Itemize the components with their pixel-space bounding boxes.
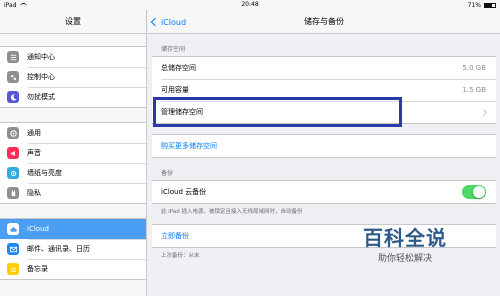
- sidebar-group-3: iCloud 邮件、通讯录、日历 备忘录: [0, 218, 146, 280]
- sidebar-item-label: 墙纸与亮度: [27, 169, 62, 177]
- sidebar-item-label: 勿扰模式: [27, 93, 55, 101]
- sidebar-item-control-center[interactable]: 控制中心: [0, 67, 146, 87]
- control-center-icon: [7, 71, 19, 83]
- sidebar-item-do-not-disturb[interactable]: 勿扰模式: [0, 87, 146, 107]
- sidebar-item-wallpaper[interactable]: 墙纸与亮度: [0, 163, 146, 183]
- sidebar-group-1: 通知中心 控制中心 勿扰模式: [0, 46, 146, 108]
- speaker-icon: [7, 147, 19, 159]
- sidebar-item-label: 备忘录: [27, 265, 48, 273]
- icloud-backup-toggle[interactable]: [462, 185, 486, 199]
- icloud-backup-row: iCloud 云备份: [152, 181, 496, 203]
- watermark: 百科全说 助你轻松解决: [350, 222, 460, 264]
- mail-icon: [7, 243, 19, 255]
- sidebar-item-label: 声音: [27, 149, 41, 157]
- sidebar-title: 设置: [0, 10, 146, 34]
- wallpaper-icon: [7, 167, 19, 179]
- sidebar-item-icloud[interactable]: iCloud: [0, 219, 146, 239]
- hand-icon: [7, 187, 19, 199]
- available-storage-row: 可用容量 1.5 GB: [152, 79, 496, 101]
- buy-storage-group: 购买更多储存空间: [152, 134, 496, 158]
- sidebar-item-general[interactable]: 通用: [0, 123, 146, 143]
- watermark-sub-text: 助你轻松解决: [377, 254, 432, 264]
- chevron-left-icon: [150, 17, 160, 27]
- settings-sidebar: 设置 通知中心 控制中心 勿扰模式 通用 声音 墙纸与亮度 隐私 iCloud …: [0, 10, 147, 296]
- sidebar-item-label: 控制中心: [27, 73, 55, 81]
- backup-section-title: 备份: [161, 170, 174, 177]
- wifi-icon: [19, 2, 27, 8]
- back-button[interactable]: iCloud: [150, 10, 187, 34]
- sidebar-item-notifications[interactable]: 通知中心: [0, 47, 146, 67]
- total-storage-row: 总储存空间 5.0 GB: [152, 57, 496, 79]
- battery-icon: [484, 2, 496, 8]
- storage-group: 总储存空间 5.0 GB 可用容量 1.5 GB 管理储存空间: [152, 56, 496, 124]
- backup-footnote: 此 iPad 插入电源、被锁定且接入无线局域网时，自动备份: [161, 209, 303, 215]
- sidebar-item-label: 通知中心: [27, 53, 55, 61]
- manage-storage-label: 管理储存空间: [161, 108, 203, 116]
- sidebar-item-mail-contacts-calendars[interactable]: 邮件、通讯录、日历: [0, 239, 146, 259]
- sidebar-group-2: 通用 声音 墙纸与亮度 隐私: [0, 122, 146, 204]
- backup-group: iCloud 云备份: [152, 180, 496, 204]
- backup-now-label: 立即备份: [161, 232, 189, 240]
- sidebar-item-label: 邮件、通讯录、日历: [27, 245, 90, 253]
- sidebar-item-notes[interactable]: 备忘录: [0, 259, 146, 279]
- status-bar: iPad 20:48 71%: [0, 0, 500, 10]
- notes-icon: [7, 263, 19, 275]
- nav-bar: iCloud 储存与备份: [148, 10, 500, 34]
- manage-storage-row[interactable]: 管理储存空间: [152, 101, 496, 123]
- sidebar-item-privacy[interactable]: 隐私: [0, 183, 146, 203]
- sidebar-item-label: 隐私: [27, 189, 41, 197]
- total-storage-value: 5.0 GB: [462, 64, 486, 72]
- chevron-right-icon: [479, 108, 488, 116]
- buy-more-storage-label: 购买更多储存空间: [161, 142, 217, 150]
- sidebar-item-label: iCloud: [27, 225, 49, 233]
- page-title: 储存与备份: [304, 17, 344, 26]
- sidebar-item-sounds[interactable]: 声音: [0, 143, 146, 163]
- icloud-backup-label: iCloud 云备份: [161, 188, 207, 196]
- clock: 20:48: [241, 1, 259, 8]
- buy-more-storage-button[interactable]: 购买更多储存空间: [152, 135, 496, 157]
- total-storage-label: 总储存空间: [161, 64, 196, 72]
- available-storage-label: 可用容量: [161, 86, 189, 94]
- storage-section-title: 储存空间: [161, 46, 186, 53]
- watermark-main-text: 百科全说: [363, 226, 447, 250]
- available-storage-value: 1.5 GB: [462, 86, 486, 94]
- cloud-icon: [7, 223, 19, 235]
- notifications-icon: [7, 51, 19, 63]
- gear-icon: [7, 127, 19, 139]
- back-button-label: iCloud: [161, 17, 187, 27]
- moon-icon: [7, 91, 19, 103]
- device-label: iPad: [4, 1, 17, 9]
- battery-percent: 71%: [467, 1, 481, 9]
- sidebar-item-label: 通用: [27, 129, 41, 137]
